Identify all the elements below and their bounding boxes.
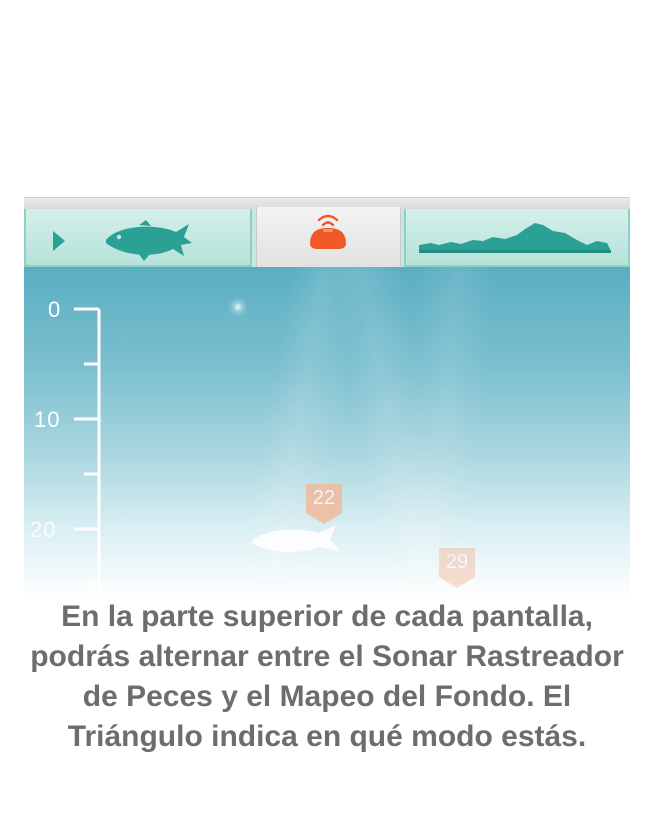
fish-depth-marker[interactable]: 29 bbox=[436, 545, 478, 588]
instruction-caption: En la parte superior de cada pantalla, p… bbox=[30, 600, 624, 753]
mode-tab-bar bbox=[24, 207, 630, 269]
triangle-icon bbox=[53, 231, 65, 251]
depth-label-0: 0 bbox=[48, 297, 62, 322]
light-rays bbox=[24, 267, 630, 627]
app-screen-preview: 0 10 20 22 29 bbox=[24, 197, 630, 627]
tab-bottom-mapping[interactable] bbox=[404, 209, 630, 267]
fish-icon bbox=[106, 220, 192, 261]
fish-depth-value: 22 bbox=[312, 487, 336, 509]
fish-tab-graphics bbox=[53, 220, 192, 261]
sonar-device-icon bbox=[310, 214, 346, 249]
tab-sonar[interactable] bbox=[256, 207, 401, 269]
light-sparkle bbox=[235, 304, 241, 310]
tab-fish-finder[interactable] bbox=[24, 209, 252, 267]
sonar-view: 0 10 20 22 29 bbox=[24, 267, 630, 627]
fish-depth-value: 29 bbox=[445, 551, 469, 573]
fish-icon bbox=[252, 525, 340, 552]
bottom-profile-icon bbox=[419, 223, 611, 253]
fish-depth-marker[interactable]: 22 bbox=[303, 481, 345, 524]
depth-label-20: 20 bbox=[30, 517, 57, 542]
depth-label-10: 10 bbox=[34, 407, 61, 432]
depth-scale bbox=[74, 307, 101, 627]
